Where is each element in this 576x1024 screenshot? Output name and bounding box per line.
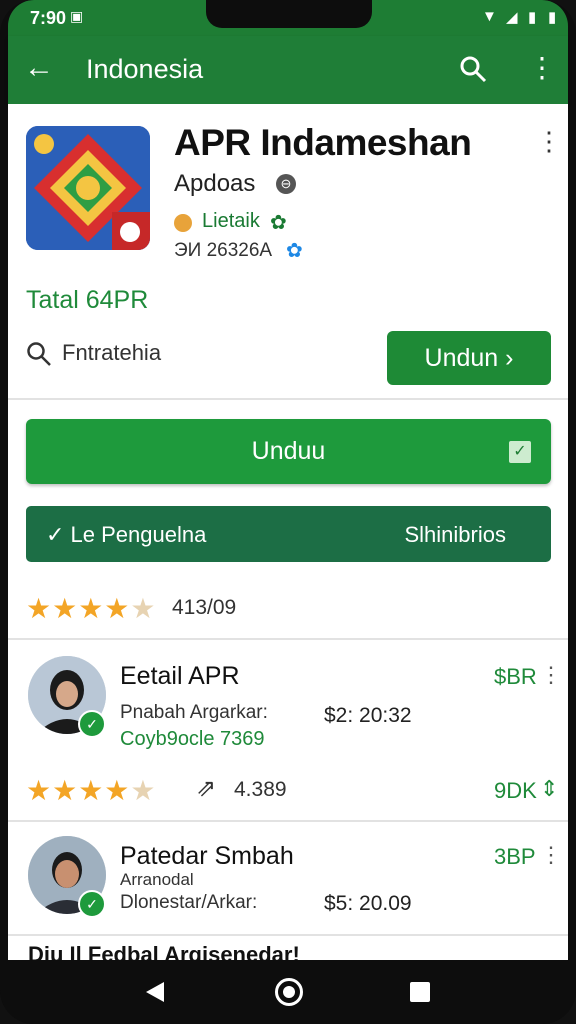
magnifier-icon xyxy=(27,342,51,367)
review-tag: $BR xyxy=(494,664,537,689)
review-rating-tag: 9DK xyxy=(494,778,537,803)
review-meta: Coyb9ocle 7369 xyxy=(120,728,265,750)
phone-frame: 7:90 ▣ ▼ ◢ ▮ ▮ ← Indonesia ⋮ APR Indames… xyxy=(0,0,576,1024)
share-icon[interactable]: ⇗ xyxy=(196,774,216,803)
developer-name[interactable]: Apdoas xyxy=(174,170,255,198)
review-rating-value: 4.389 xyxy=(234,778,287,801)
partial-list-item[interactable]: Diu Il Fedbal Argisenedar! xyxy=(28,942,300,960)
search-icon[interactable] xyxy=(458,54,488,84)
review-price: $2: 20:32 xyxy=(324,704,412,727)
review-title[interactable]: Eetail APR xyxy=(120,662,240,691)
wifi-icon: ▼ xyxy=(482,8,497,25)
chevron-right-icon: › xyxy=(505,344,514,372)
review-subtitle: Dlonestar/Arkar: xyxy=(120,892,258,913)
back-arrow-icon[interactable]: ← xyxy=(24,50,54,86)
system-nav-bar xyxy=(0,960,576,1024)
divider xyxy=(8,934,568,936)
app-meta: ЭИ 26326A xyxy=(174,240,273,261)
divider xyxy=(8,638,568,640)
settings-icon: ✿ xyxy=(286,240,303,262)
review-stars: ★★★★★ xyxy=(26,775,157,806)
unduh-big-label: Unduu xyxy=(251,437,326,465)
total-label: Tatal 64PR xyxy=(26,286,149,314)
info-bar-left-label: Le Penguelna xyxy=(70,522,207,547)
nav-home-icon[interactable] xyxy=(275,978,303,1006)
camera-notch xyxy=(206,0,372,28)
app-bar-title: Indonesia xyxy=(86,54,204,84)
review-subtitle: Pnabah Argarkar: xyxy=(120,702,268,723)
info-bar-right: Slhinibrios xyxy=(404,522,507,547)
more-vert-icon[interactable]: ⋮ xyxy=(528,50,556,86)
unduh-small-label: Undun xyxy=(424,344,499,372)
signal-icon: ◢ xyxy=(506,9,518,26)
verified-icon: ✓ xyxy=(78,890,106,918)
gear-icon: ✿ xyxy=(270,212,287,234)
review-price: $5: 20.09 xyxy=(324,892,412,915)
info-bar-left: ✓ Le Penguelna xyxy=(46,522,207,547)
status-time: 7:90 xyxy=(30,8,67,28)
unduh-button-small[interactable]: Undun › xyxy=(387,331,551,385)
app-bar: ← Indonesia ⋮ xyxy=(8,36,568,104)
divider xyxy=(8,398,568,400)
sort-icon[interactable]: ⇕ xyxy=(540,776,558,802)
app-detail-page: APR Indameshan ⋮ Apdoas ⊖ Lietaik ✿ ЭИ 2… xyxy=(8,104,568,960)
review-title[interactable]: Patedar Smbah xyxy=(120,842,294,871)
search-field[interactable]: Fntratehia xyxy=(26,340,161,367)
search-label: Fntratehia xyxy=(62,340,162,365)
overall-rating-stars: ★★★★★ xyxy=(26,593,157,624)
battery-icon-2: ▮ xyxy=(548,9,557,26)
review-tag: 3BP xyxy=(494,844,536,869)
app-more-icon[interactable]: ⋮ xyxy=(536,126,562,157)
badge-label: Lietaik xyxy=(202,210,260,232)
app-icon[interactable] xyxy=(26,126,150,250)
nav-back-icon[interactable] xyxy=(146,982,164,1002)
badge-icon xyxy=(174,214,192,232)
app-title: APR Indameshan xyxy=(174,122,472,163)
review-subtitle-top: Arranodal xyxy=(120,870,194,889)
overall-rating-value: 413/09 xyxy=(172,596,237,619)
notification-icon: ▣ xyxy=(70,8,84,24)
developer-info-icon[interactable]: ⊖ xyxy=(276,174,296,194)
divider xyxy=(8,820,568,822)
unduh-button[interactable]: Unduu ✓ xyxy=(26,419,551,484)
info-bar[interactable]: ✓ Le Penguelna Slhinibrios xyxy=(26,506,551,562)
review-more-icon[interactable]: ⋮ xyxy=(540,662,562,688)
review-more-icon[interactable]: ⋮ xyxy=(540,842,562,868)
nav-recents-icon[interactable] xyxy=(410,982,430,1002)
verified-icon: ✓ xyxy=(78,710,106,738)
checkbox-icon: ✓ xyxy=(509,441,531,463)
battery-icon: ▮ xyxy=(528,9,537,26)
